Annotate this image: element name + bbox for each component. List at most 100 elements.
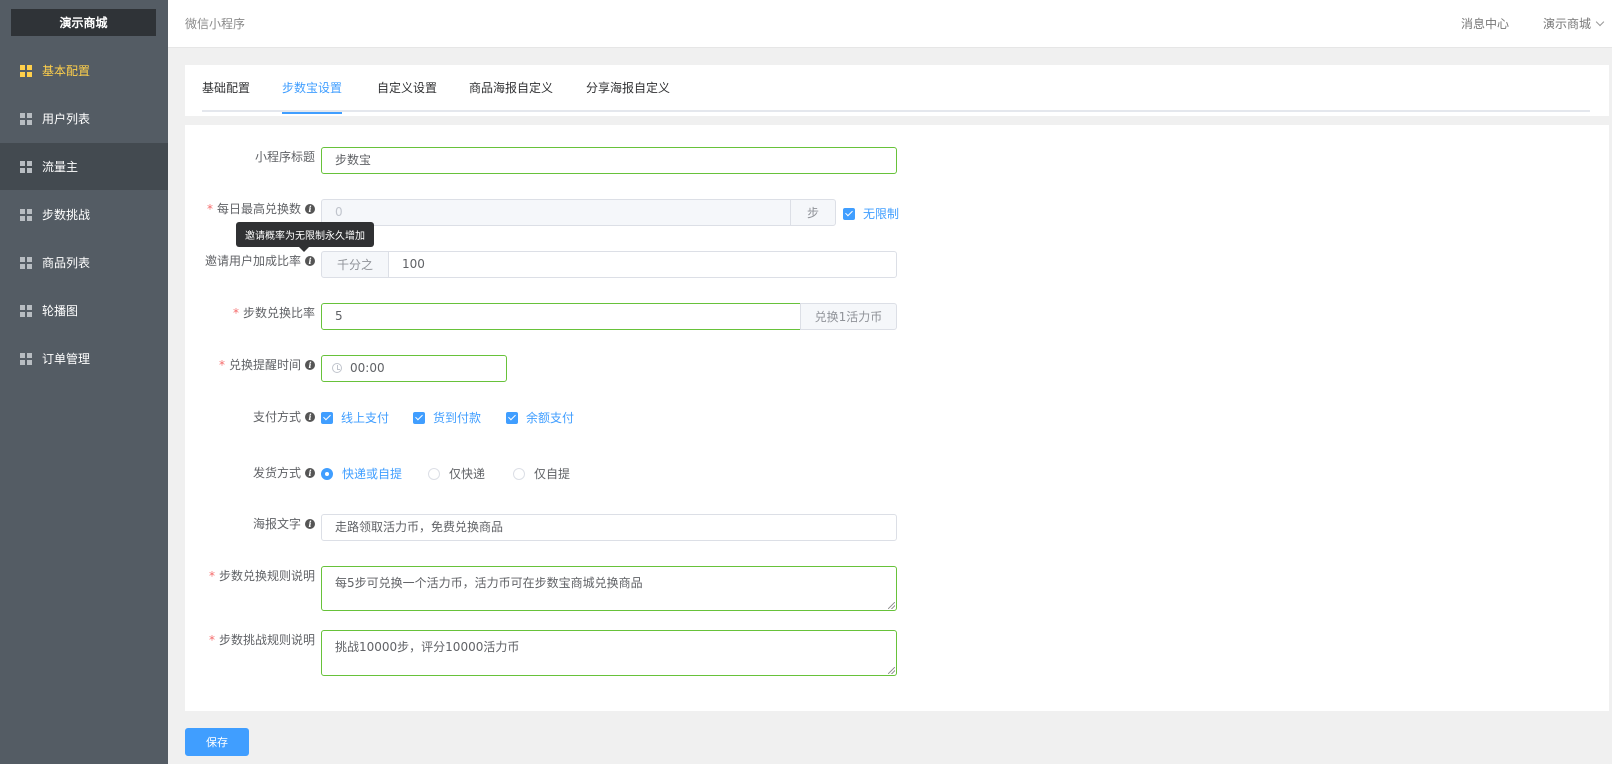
reminder-time-picker[interactable]: 00:00 — [321, 355, 507, 382]
radio-unselected-icon — [513, 467, 525, 480]
form-label-invite-rate: 邀请用户加成比率 i — [205, 252, 315, 269]
brand-logo: 演示商城 — [11, 9, 156, 36]
grid-icon — [20, 256, 32, 269]
radio-label: 仅自提 — [534, 467, 571, 481]
label-text: 发货方式 — [252, 466, 301, 480]
invite-rate-tooltip: 邀请概率为无限制永久增加 — [236, 222, 374, 252]
label-text: 邀请用户加成比率 — [204, 254, 301, 268]
grid-icon — [20, 64, 32, 77]
tab-step-settings[interactable]: 步数宝设置 — [282, 65, 343, 114]
delivery-pickup-radio[interactable]: 仅自提 — [513, 465, 570, 482]
tab-bar: 基础配置 步数宝设置 自定义设置 商品海报自定义 分享海报自定义 — [202, 65, 1590, 114]
sidebar-item-traffic[interactable]: 流量主 — [0, 143, 168, 190]
form-label-exchange-rate: * 步数兑换比率 — [233, 304, 315, 321]
tab-share-poster[interactable]: 分享海报自定义 — [586, 65, 670, 112]
sidebar: 演示商城 基本配置 用户列表 流量主 步数挑战 商品列表 轮播图 订单管理 — [0, 0, 168, 764]
chevron-down-icon — [1595, 17, 1605, 27]
grid-icon — [20, 112, 32, 125]
title-input[interactable]: 步数宝 — [321, 147, 897, 174]
checkbox-label: 余额支付 — [526, 411, 575, 425]
form-label-delivery: 发货方式 i — [253, 464, 315, 481]
resize-handle-icon[interactable] — [888, 602, 895, 609]
checkbox-checked-icon — [413, 411, 425, 424]
sidebar-item-step-challenge[interactable]: 步数挑战 — [0, 191, 168, 238]
tabs-card: 基础配置 步数宝设置 自定义设置 商品海报自定义 分享海报自定义 — [185, 65, 1609, 116]
sidebar-item-label: 商品列表 — [42, 256, 91, 270]
label-text: 步数挑战规则说明 — [218, 633, 315, 647]
settings-form: 小程序标题 步数宝 * 每日最高兑换数 i 0 步 无限制 邀请用户加成比率 i… — [185, 125, 1609, 711]
label-text: 海报文字 — [252, 517, 301, 531]
payment-online-checkbox[interactable]: 线上支付 — [321, 409, 389, 426]
label-text: 每日最高兑换数 — [216, 202, 301, 216]
sidebar-item-carousel[interactable]: 轮播图 — [0, 287, 168, 334]
grid-icon — [20, 352, 32, 365]
label-text: 步数兑换规则说明 — [218, 569, 315, 583]
required-mark: * — [218, 357, 225, 372]
unlimited-checkbox[interactable]: 无限制 — [843, 205, 899, 222]
grid-icon — [20, 304, 32, 317]
textarea-text: 挑战10000步，评分10000活力币 — [335, 640, 520, 654]
sidebar-item-label: 轮播图 — [42, 304, 79, 318]
payment-cod-checkbox[interactable]: 货到付款 — [413, 409, 481, 426]
radio-selected-icon — [321, 467, 333, 480]
info-icon[interactable]: i — [305, 467, 315, 478]
label-text: 支付方式 — [252, 410, 301, 424]
resize-handle-icon[interactable] — [888, 667, 895, 674]
message-center-link[interactable]: 消息中心 — [1461, 15, 1509, 32]
sidebar-item-user-list[interactable]: 用户列表 — [0, 95, 168, 142]
form-label-challenge-rules: * 步数挑战规则说明 — [209, 631, 315, 648]
form-label-daily-max: * 每日最高兑换数 i — [207, 200, 315, 217]
required-mark: * — [208, 568, 215, 583]
required-mark: * — [206, 201, 213, 216]
sidebar-item-basic-config[interactable]: 基本配置 — [0, 47, 168, 94]
form-label-exchange-rules: * 步数兑换规则说明 — [209, 567, 315, 584]
textarea-text: 每5步可兑换一个活力币，活力币可在步数宝商城兑换商品 — [335, 576, 643, 590]
sidebar-item-label: 订单管理 — [42, 352, 91, 366]
sidebar-item-orders[interactable]: 订单管理 — [0, 335, 168, 382]
sidebar-item-label: 基本配置 — [42, 64, 91, 78]
checkbox-label: 线上支付 — [341, 411, 390, 425]
label-text: 兑换提醒时间 — [228, 358, 301, 372]
challenge-rules-textarea[interactable]: 挑战10000步，评分10000活力币 — [321, 630, 897, 676]
exchange-rate-input[interactable]: 5 — [321, 303, 801, 330]
radio-label: 快递或自提 — [342, 467, 403, 481]
payment-balance-checkbox[interactable]: 余额支付 — [506, 409, 574, 426]
tab-custom-settings[interactable]: 自定义设置 — [377, 65, 437, 112]
invite-rate-input[interactable]: 100 — [388, 251, 897, 278]
checkbox-checked-icon — [506, 411, 518, 424]
exchange-rules-textarea[interactable]: 每5步可兑换一个活力币，活力币可在步数宝商城兑换商品 — [321, 566, 897, 611]
user-menu[interactable]: 演示商城 — [1543, 15, 1605, 32]
form-label-reminder: * 兑换提醒时间 i — [219, 356, 315, 373]
form-label-payment: 支付方式 i — [253, 408, 315, 425]
grid-icon — [20, 160, 32, 173]
tab-basic-config[interactable]: 基础配置 — [202, 65, 250, 112]
label-text: 步数兑换比率 — [242, 306, 315, 320]
daily-max-input[interactable]: 0 — [321, 199, 791, 226]
sidebar-item-label: 步数挑战 — [42, 208, 91, 222]
sidebar-item-product-list[interactable]: 商品列表 — [0, 239, 168, 286]
sidebar-item-label: 用户列表 — [42, 112, 91, 126]
info-icon[interactable]: i — [305, 255, 315, 266]
required-mark: * — [232, 305, 239, 320]
checkbox-checked-icon — [843, 207, 855, 220]
breadcrumb[interactable]: 微信小程序 — [185, 15, 245, 32]
save-button[interactable]: 保存 — [185, 728, 249, 756]
radio-unselected-icon — [428, 467, 440, 480]
info-icon[interactable]: i — [305, 411, 315, 422]
user-name: 演示商城 — [1543, 17, 1592, 31]
delivery-both-radio[interactable]: 快递或自提 — [321, 465, 402, 482]
required-mark: * — [208, 632, 215, 647]
info-icon[interactable]: i — [305, 518, 315, 529]
delivery-express-radio[interactable]: 仅快递 — [428, 465, 485, 482]
grid-icon — [20, 208, 32, 221]
sidebar-item-label: 流量主 — [42, 160, 79, 174]
poster-text-input[interactable]: 走路领取活力币，免费兑换商品 — [321, 514, 897, 541]
checkbox-checked-icon — [321, 411, 333, 424]
checkbox-label: 货到付款 — [433, 411, 482, 425]
info-icon[interactable]: i — [305, 359, 315, 370]
checkbox-label: 无限制 — [863, 207, 900, 221]
top-header: 微信小程序 消息中心 演示商城 — [168, 0, 1612, 48]
info-icon[interactable]: i — [305, 203, 315, 214]
clock-icon — [332, 362, 342, 373]
tab-product-poster[interactable]: 商品海报自定义 — [469, 65, 553, 112]
